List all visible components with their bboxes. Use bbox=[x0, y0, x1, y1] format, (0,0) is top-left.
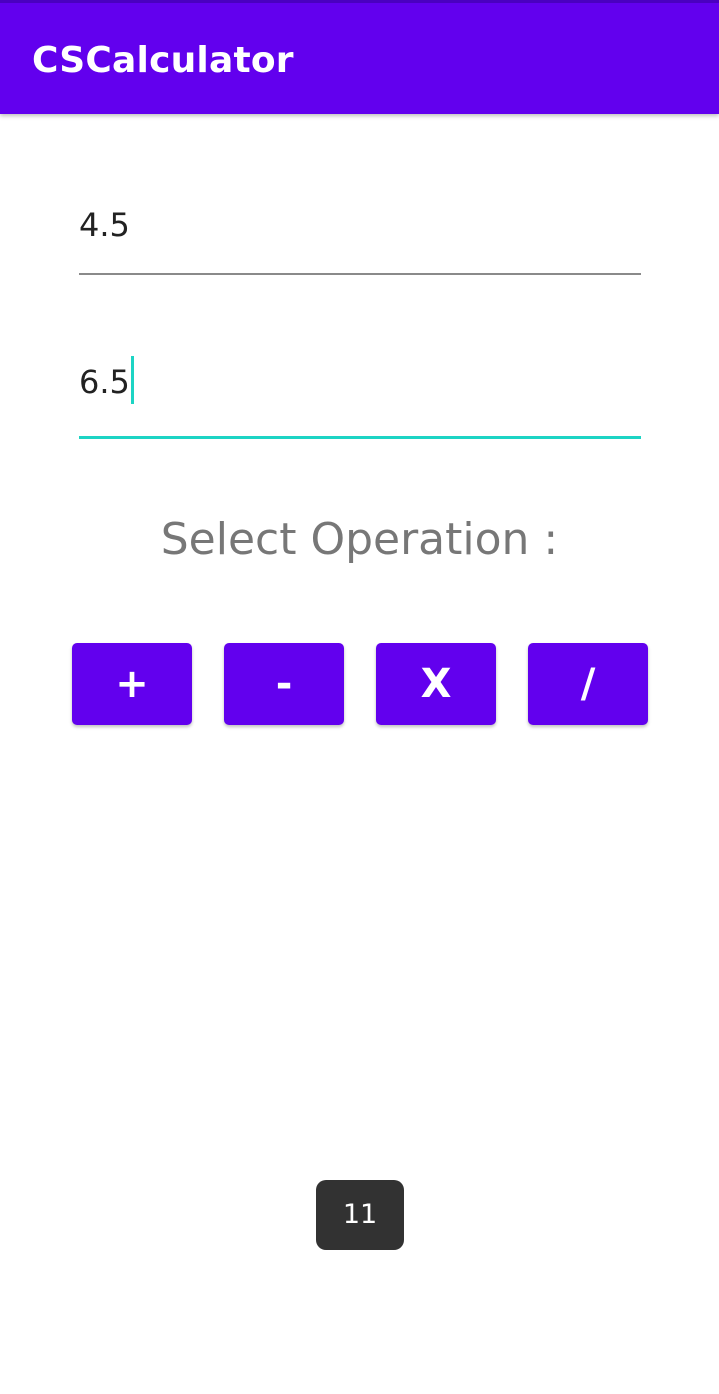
divide-button[interactable]: / bbox=[528, 643, 648, 725]
first-number-input[interactable]: 4.5 bbox=[79, 200, 641, 276]
second-number-text: 6.5 bbox=[79, 356, 134, 408]
text-cursor bbox=[130, 356, 134, 404]
app-title: CSCalculator bbox=[32, 40, 294, 81]
first-number-underline bbox=[79, 273, 641, 275]
multiply-button[interactable]: X bbox=[376, 643, 496, 725]
second-number-value: 6.5 bbox=[79, 363, 130, 401]
result-toast: 11 bbox=[316, 1180, 404, 1250]
second-number-underline bbox=[79, 436, 641, 439]
second-number-input[interactable]: 6.5 bbox=[79, 352, 641, 440]
add-button[interactable]: + bbox=[72, 643, 192, 725]
subtract-button[interactable]: - bbox=[224, 643, 344, 725]
select-operation-label: Select Operation : bbox=[160, 514, 559, 565]
app-bar: CSCalculator bbox=[0, 0, 719, 114]
first-number-value: 4.5 bbox=[79, 206, 130, 244]
